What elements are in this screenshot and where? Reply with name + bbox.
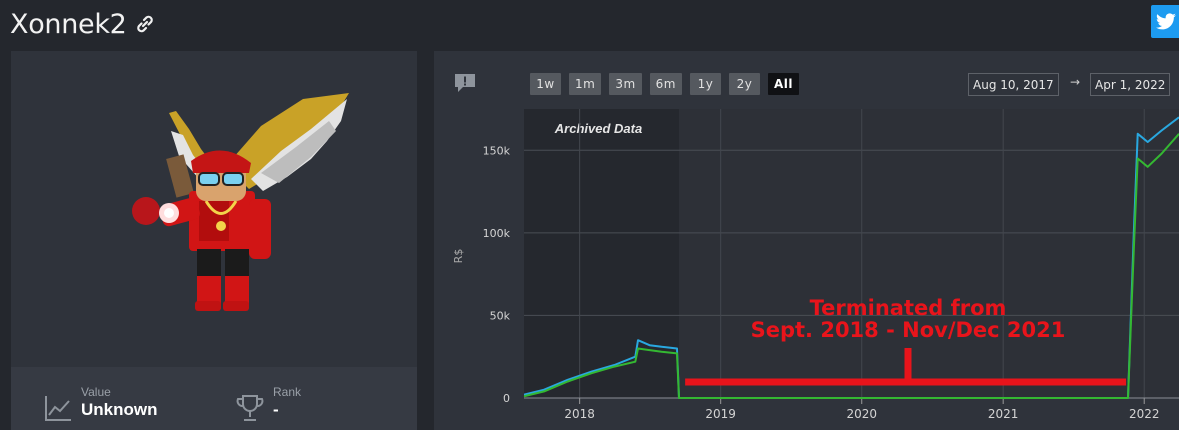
y-tick-label: 0 — [503, 392, 510, 405]
y-axis-label: R$ — [452, 249, 465, 264]
y-tick-label: 150k — [483, 144, 511, 157]
rank-stat: Rank - — [235, 385, 301, 423]
value-stat: Value Unknown — [43, 385, 158, 423]
archived-data-label: Archived Data — [554, 121, 642, 136]
archived-region — [524, 109, 679, 398]
username: Xonnek2 — [10, 8, 127, 40]
x-tick-label: 2021 — [988, 407, 1019, 421]
y-tick-label: 100k — [483, 227, 511, 240]
x-tick-label: 2018 — [564, 407, 595, 421]
y-tick-label: 50k — [490, 309, 511, 322]
value-label: Value — [81, 385, 111, 399]
value-chart[interactable]: Archived Data 0 50k 100k 150k R$ 2018 2019 2020 2… — [434, 51, 1179, 430]
x-tick-label: 2022 — [1129, 407, 1160, 421]
twitter-icon — [1156, 13, 1176, 30]
value-amount: Unknown — [81, 400, 158, 419]
x-tick-label: 2020 — [846, 407, 877, 421]
x-tick-label: 2019 — [705, 407, 736, 421]
chart-line-icon — [45, 396, 71, 421]
profile-header: Xonnek2 — [10, 6, 157, 42]
rank-value: - — [273, 400, 279, 419]
rank-label: Rank — [273, 385, 302, 399]
annotation-line-2: Sept. 2018 - Nov/Dec 2021 — [751, 318, 1066, 342]
annotation-line-1: Terminated from — [810, 296, 1007, 320]
trophy-icon — [236, 395, 264, 421]
stats-strip: Value Unknown Rank - — [11, 367, 417, 430]
value-chart-card: 1w 1m 3m 6m 1y 2y All Aug 10, 2017 → Apr 1, 20… — [434, 51, 1179, 430]
avatar — [11, 51, 417, 367]
twitter-share-button[interactable] — [1151, 5, 1179, 38]
link-icon[interactable] — [133, 12, 157, 36]
avatar-card: Value Unknown Rank - — [11, 51, 417, 430]
